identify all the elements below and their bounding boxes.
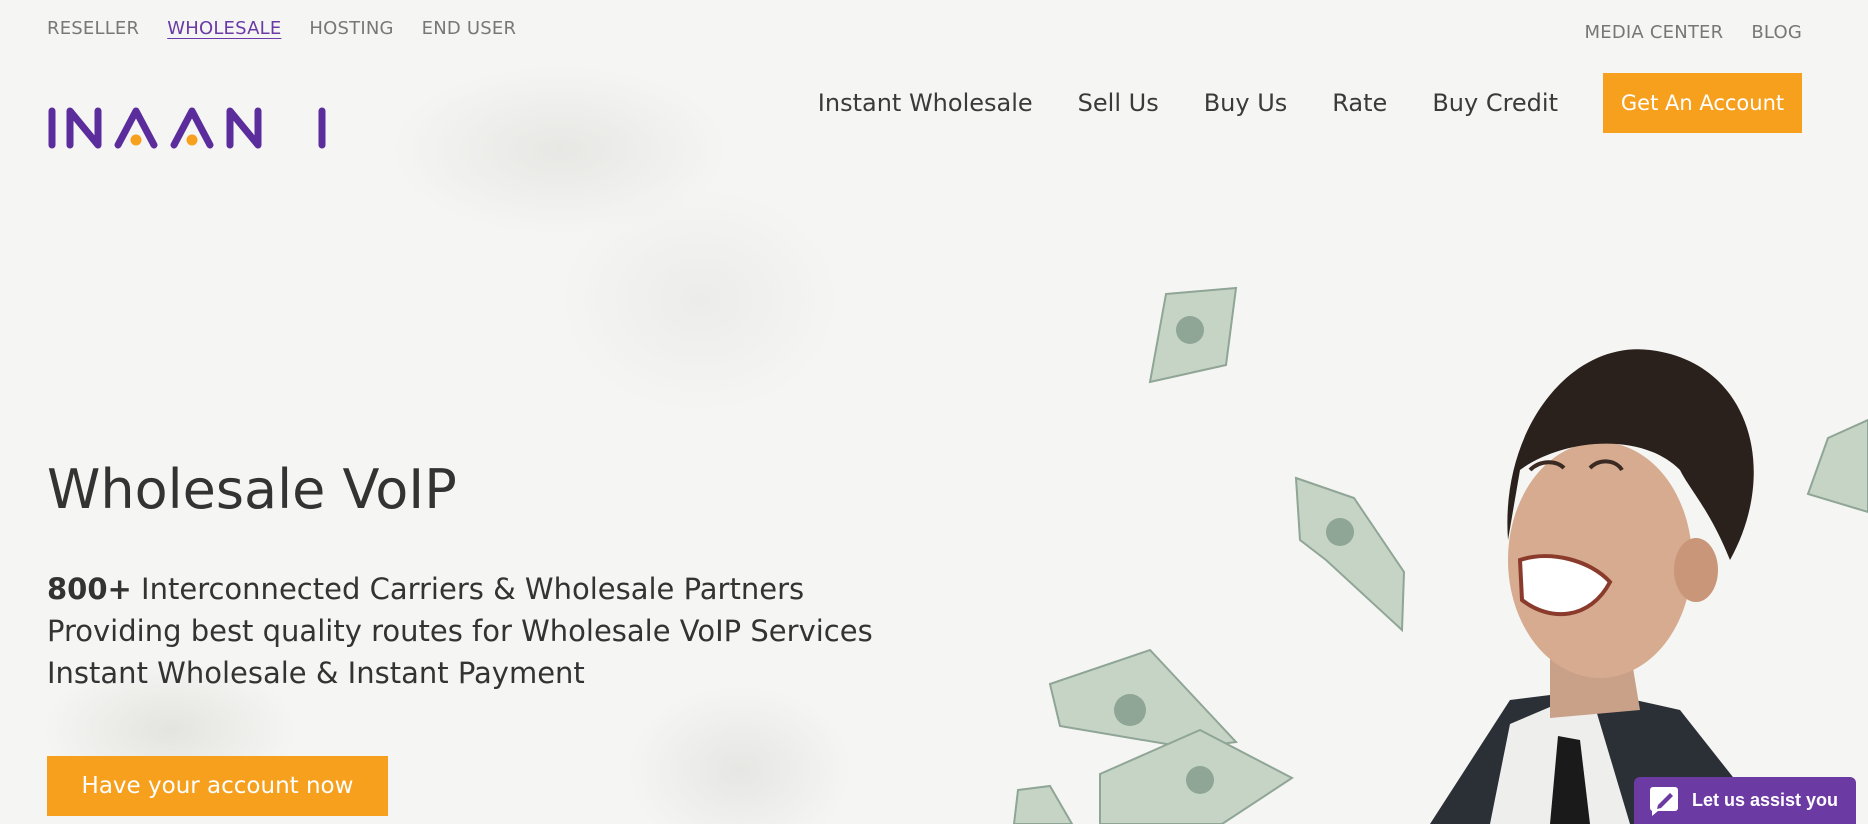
hero-description: 800+ Interconnected Carriers & Wholesale… (47, 568, 873, 694)
nav-buy-us[interactable]: Buy Us (1204, 89, 1288, 117)
hero-line-payment: Instant Wholesale & Instant Payment (47, 656, 585, 690)
topbar-item-wholesale[interactable]: WHOLESALE (167, 18, 281, 39)
main-nav: Instant Wholesale Sell Us Buy Us Rate Bu… (818, 73, 1802, 133)
have-account-button[interactable]: Have your account now (47, 756, 388, 816)
money-bill-icon (1012, 784, 1074, 824)
blog-link[interactable]: BLOG (1751, 22, 1802, 43)
media-center-link[interactable]: MEDIA CENTER (1585, 22, 1724, 43)
chat-pencil-icon (1650, 786, 1678, 816)
topbar-item-end-user[interactable]: END USER (422, 18, 517, 39)
topbar-item-reseller[interactable]: RESELLER (47, 18, 139, 39)
inaani-logo[interactable] (46, 106, 326, 152)
hero-line-carriers: 800+ Interconnected Carriers & Wholesale… (47, 568, 873, 610)
topbar-item-hosting[interactable]: HOSTING (309, 18, 393, 39)
nav-sell-us[interactable]: Sell Us (1078, 89, 1159, 117)
money-bill-icon (1294, 476, 1406, 633)
carrier-text: Interconnected Carriers & Wholesale Part… (131, 572, 805, 606)
chat-label: Let us assist you (1692, 790, 1839, 810)
money-bill-icon (1148, 286, 1238, 384)
money-bill-icon (1806, 418, 1868, 514)
hero-line-routes: Providing best quality routes for Wholes… (47, 614, 873, 648)
logo-mark (48, 107, 326, 149)
money-bill-icon (1099, 728, 1294, 824)
audience-switcher: RESELLER WHOLESALE HOSTING END USER (47, 18, 516, 39)
carrier-count: 800+ (47, 572, 132, 606)
nav-buy-credit[interactable]: Buy Credit (1432, 89, 1558, 117)
hero-illustration (1012, 286, 1868, 824)
smiling-man-figure (1430, 349, 1770, 824)
chat-widget[interactable]: Let us assist you (1634, 777, 1856, 824)
get-an-account-button[interactable]: Get An Account (1603, 73, 1802, 133)
nav-instant-wholesale[interactable]: Instant Wholesale (818, 89, 1033, 117)
nav-rate[interactable]: Rate (1332, 89, 1387, 117)
utility-links: MEDIA CENTER BLOG (1585, 22, 1802, 43)
hero-title: Wholesale VoIP (47, 458, 457, 521)
